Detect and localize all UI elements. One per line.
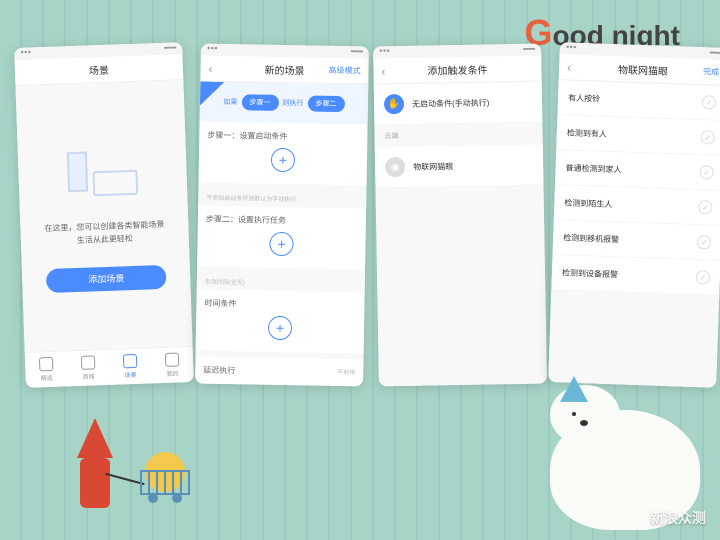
check-icon: ✓ [701, 130, 715, 144]
page-title: 新的场景 [264, 62, 304, 78]
tab-mine[interactable]: 我的 [151, 347, 194, 383]
trigger-option[interactable]: 检测到陌生人✓ [554, 185, 720, 226]
trigger-option[interactable]: 有人按铃✓ [557, 80, 720, 121]
elf-illustration [70, 400, 120, 510]
page-title: 添加触发条件 [427, 61, 487, 77]
tab-scenes[interactable]: 场景 [109, 348, 152, 384]
done-link[interactable]: 完成 [703, 66, 719, 78]
check-icon: ✓ [699, 165, 713, 179]
row-manual[interactable]: ✋ 无启动条件(手动执行) [374, 82, 543, 126]
trigger-option[interactable]: 检测到移机报警✓ [553, 220, 720, 261]
header: ‹ 新的场景 高级模式 [200, 56, 368, 85]
section-trigger: 步骤一：设置启动条件 + [199, 122, 368, 186]
tab-featured[interactable]: 精选 [25, 351, 68, 387]
section-delay[interactable]: 延迟执行 不启用 [195, 357, 363, 387]
empty-illustration [61, 140, 143, 203]
phone-2-new-scene: ●●●▬▬ ‹ 新的场景 高级模式 如果 步骤一 则执行 步骤二 步骤一：设置启… [195, 44, 369, 387]
phone-3-add-trigger: ●●●▬▬ ‹ 添加触发条件 ✋ 无启动条件(手动执行) 云端 ◉ 物联网猫眼 [373, 44, 547, 387]
row-iot-cateye[interactable]: ◉ 物联网猫眼 [375, 145, 544, 189]
back-icon[interactable]: ‹ [381, 64, 385, 78]
watermark: 新浪众测 [650, 508, 706, 528]
add-task-button[interactable]: + [269, 232, 293, 256]
section-time: 时间条件 + [196, 290, 365, 354]
check-icon: ✓ [698, 200, 712, 214]
trigger-option[interactable]: 普通检测到家人✓ [555, 150, 720, 191]
check-icon: ✓ [696, 270, 710, 284]
steps-banner: 如果 步骤一 则执行 步骤二 [200, 82, 369, 125]
hand-icon: ✋ [384, 94, 404, 114]
trigger-option[interactable]: 检测到设备报警✓ [551, 255, 720, 296]
phone-1-scenes: ●●●▬▬ 场景 在这里，您可以创建各类智能场景 生活从此更轻松 添加场景 精选… [14, 42, 194, 388]
tab-store[interactable]: 商城 [67, 350, 110, 386]
back-icon[interactable]: ‹ [567, 60, 571, 74]
check-icon: ✓ [702, 95, 716, 109]
back-icon[interactable]: ‹ [208, 61, 212, 75]
phone-row: ●●●▬▬ 场景 在这里，您可以创建各类智能场景 生活从此更轻松 添加场景 精选… [20, 45, 720, 385]
page-title: 物联网猫眼 [618, 61, 668, 78]
header: ‹ 添加触发条件 [373, 56, 541, 85]
check-icon: ✓ [697, 235, 711, 249]
page-title: 场景 [89, 62, 110, 78]
cart-illustration [140, 470, 190, 510]
section-task: 步骤二：设置执行任务 + [197, 206, 366, 270]
bear-illustration [530, 370, 700, 530]
tab-bar: 精选 商城 场景 我的 [25, 346, 194, 388]
add-trigger-button[interactable]: + [271, 148, 295, 172]
add-time-button[interactable]: + [268, 316, 292, 340]
add-scene-button[interactable]: 添加场景 [46, 265, 167, 293]
advanced-mode-link[interactable]: 高级模式 [328, 65, 360, 77]
device-icon: ◉ [385, 157, 405, 177]
phone-4-cateye: ●●●▬▬ ‹ 物联网猫眼 完成 有人按铃✓检测到有人✓普通检测到家人✓检测到陌… [548, 42, 720, 388]
empty-text: 在这里，您可以创建各类智能场景 生活从此更轻松 [44, 219, 165, 249]
trigger-option[interactable]: 检测到有人✓ [556, 115, 720, 156]
